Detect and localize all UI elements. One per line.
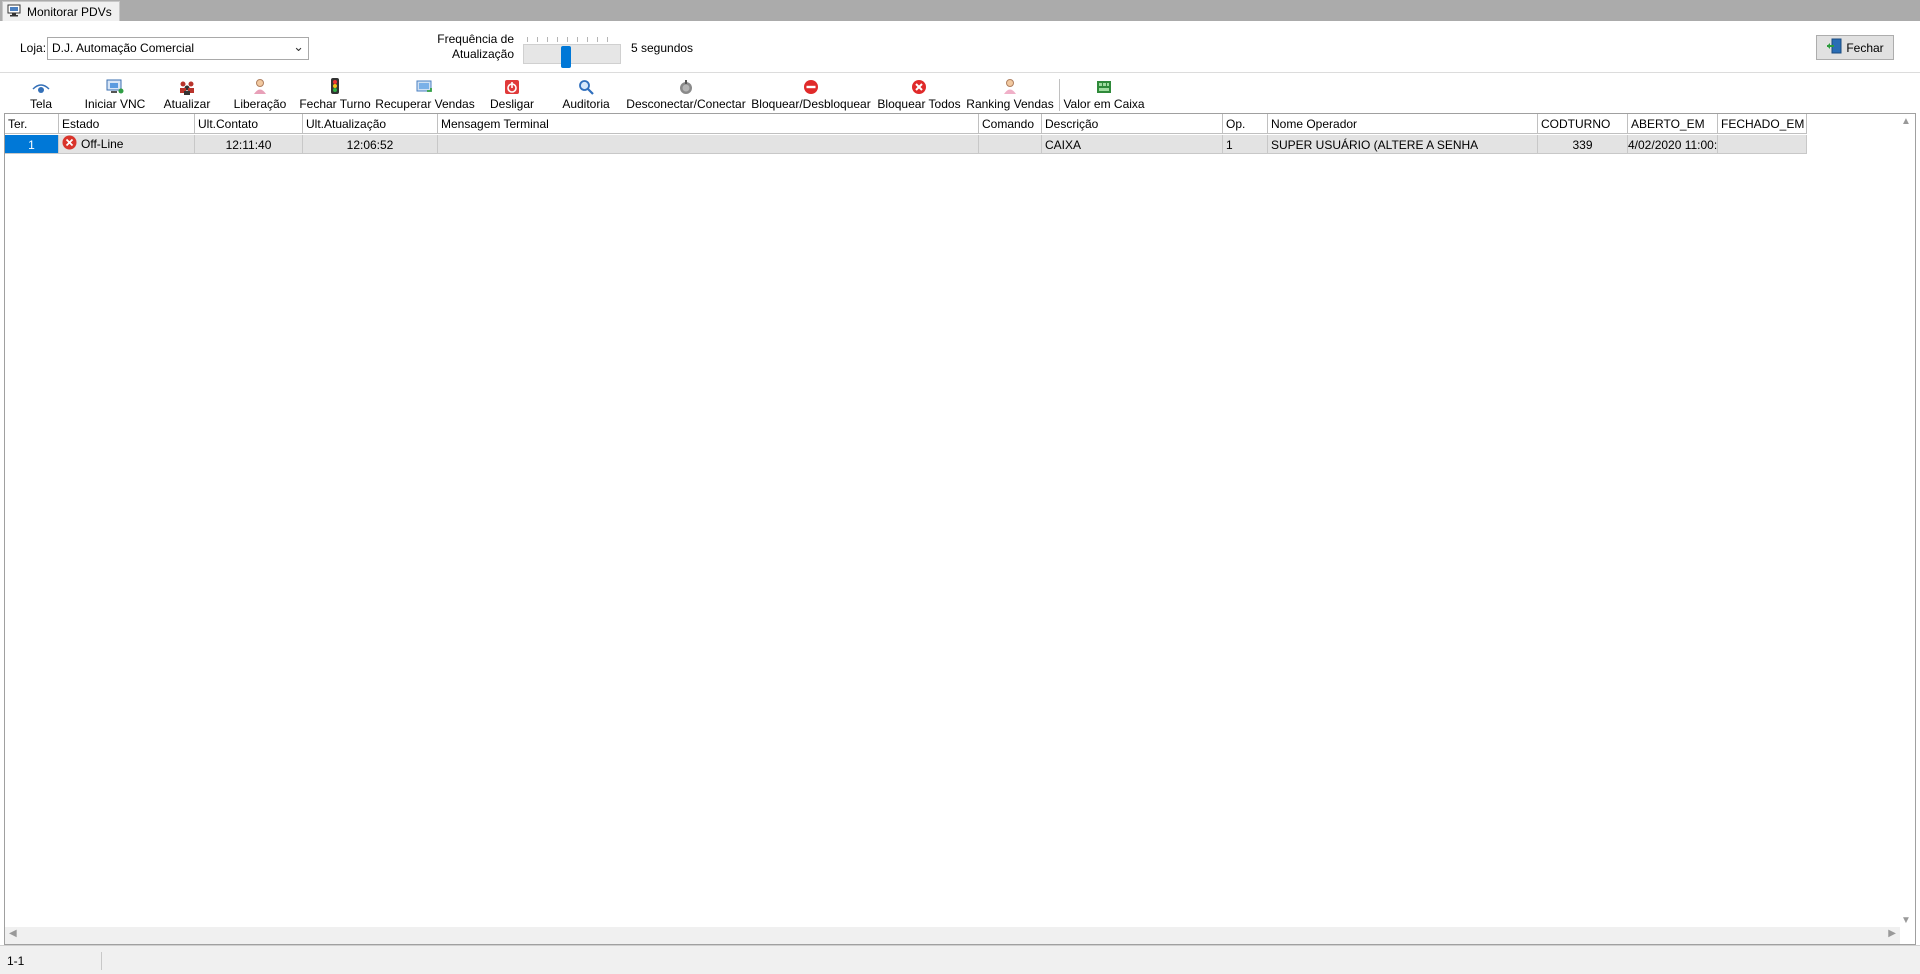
- slider-track[interactable]: [523, 44, 621, 64]
- monitor-icon: [106, 75, 124, 95]
- cash-register-icon: [1095, 75, 1113, 95]
- toolbar-liberacao-button[interactable]: Liberação: [233, 75, 287, 111]
- toolbar: Tela Iniciar VNC Atualizar Liberação Fec…: [0, 73, 1920, 113]
- loja-select-value: D.J. Automação Comercial: [52, 41, 195, 55]
- ranking-person-icon: [1002, 75, 1018, 95]
- scroll-up-icon[interactable]: ▲: [1901, 116, 1911, 127]
- grid-header: Ter. Estado Ult.Contato Ult.Atualização …: [5, 114, 1807, 134]
- cell-fechado-em[interactable]: [1718, 135, 1807, 154]
- traffic-light-icon: [328, 75, 342, 95]
- toolbar-label: Desconectar/Conectar: [626, 97, 746, 111]
- cell-op[interactable]: 1: [1223, 135, 1268, 154]
- block-all-icon: [911, 75, 927, 95]
- cell-aberto-em[interactable]: 4/02/2020 11:00:5: [1628, 135, 1718, 154]
- toolbar-ranking-vendas-button[interactable]: Ranking Vendas: [966, 75, 1054, 111]
- vertical-scrollbar[interactable]: ▲ ▼: [1898, 114, 1915, 928]
- column-header-ult-contato[interactable]: Ult.Contato: [195, 114, 303, 134]
- column-header-codturno[interactable]: CODTURNO: [1538, 114, 1628, 134]
- recover-icon: [416, 75, 434, 95]
- toolbar-atualizar-button[interactable]: Atualizar: [162, 75, 212, 111]
- toolbar-separator: [1059, 79, 1060, 111]
- toolbar-label: Bloquear Todos: [877, 97, 961, 111]
- monitor-icon: [7, 4, 21, 20]
- column-header-aberto-em[interactable]: ABERTO_EM: [1628, 114, 1718, 134]
- column-header-fechado-em[interactable]: FECHADO_EM: [1718, 114, 1807, 134]
- toolbar-desconectar-conectar-button[interactable]: Desconectar/Conectar: [626, 75, 746, 111]
- close-button-label: Fechar: [1846, 40, 1884, 55]
- cell-comando[interactable]: [979, 135, 1042, 154]
- toolbar-label: Atualizar: [163, 97, 211, 111]
- column-header-ult-atualizacao[interactable]: Ult.Atualização: [303, 114, 438, 134]
- toolbar-fechar-turno-button[interactable]: Fechar Turno: [299, 75, 371, 111]
- status-bar: 1-1: [0, 945, 1920, 974]
- column-header-mensagem-terminal[interactable]: Mensagem Terminal: [438, 114, 979, 134]
- users-icon: [178, 75, 196, 95]
- toolbar-label: Valor em Caixa: [1063, 97, 1145, 111]
- magnifier-icon: [578, 75, 594, 95]
- toolbar-bloquear-desbloquear-button[interactable]: Bloquear/Desbloquear: [751, 75, 871, 111]
- exit-icon: [1826, 38, 1842, 57]
- column-header-estado[interactable]: Estado: [59, 114, 195, 134]
- toolbar-recuperar-vendas-button[interactable]: Recuperar Vendas: [375, 75, 475, 111]
- tab-title: Monitorar PDVs: [27, 4, 112, 19]
- column-header-comando[interactable]: Comando: [979, 114, 1042, 134]
- frequency-value: 5 segundos: [631, 41, 694, 55]
- column-header-nome-operador[interactable]: Nome Operador: [1268, 114, 1538, 134]
- loja-select[interactable]: D.J. Automação Comercial ⌄: [47, 37, 309, 60]
- offline-status-icon: [62, 135, 77, 153]
- toolbar-valor-em-caixa-button[interactable]: Valor em Caixa: [1063, 75, 1145, 111]
- scroll-left-icon[interactable]: ◀: [9, 928, 17, 939]
- toolbar-label: Ranking Vendas: [966, 97, 1054, 111]
- chevron-down-icon[interactable]: ⌄: [293, 39, 304, 55]
- toolbar-label: Bloquear/Desbloquear: [751, 97, 871, 111]
- toolbar-desligar-button[interactable]: Desligar: [490, 75, 535, 111]
- record-count: 1-1: [4, 952, 102, 970]
- toolbar-bloquear-todos-button[interactable]: Bloquear Todos: [877, 75, 961, 111]
- toolbar-label: Auditoria: [562, 97, 610, 111]
- loja-label: Loja:: [20, 41, 47, 55]
- table-row[interactable]: 1 Off-Line 12:11:40 12:06:52 CAIXA 1 SUP…: [5, 135, 1807, 154]
- toolbar-auditoria-button[interactable]: Auditoria: [561, 75, 611, 111]
- toolbar-label: Fechar Turno: [299, 97, 371, 111]
- cell-mensagem-terminal[interactable]: [438, 135, 979, 154]
- column-header-op[interactable]: Op.: [1223, 114, 1268, 134]
- column-header-ter[interactable]: Ter.: [5, 114, 59, 134]
- cell-codturno[interactable]: 339: [1538, 135, 1628, 154]
- person-icon: [252, 75, 268, 95]
- slider-thumb[interactable]: [561, 46, 571, 68]
- horizontal-scrollbar[interactable]: ◀ ▶: [5, 927, 1900, 944]
- cell-ult-contato[interactable]: 12:11:40: [195, 135, 303, 154]
- toolbar-label: Desligar: [490, 97, 535, 111]
- scroll-right-icon[interactable]: ▶: [1888, 928, 1896, 939]
- column-header-descricao[interactable]: Descrição: [1042, 114, 1223, 134]
- terminals-grid[interactable]: Ter. Estado Ult.Contato Ult.Atualização …: [4, 113, 1916, 945]
- cell-nome-operador[interactable]: SUPER USUÁRIO (ALTERE A SENHA: [1268, 135, 1538, 154]
- toolbar-label: Tela: [29, 97, 52, 111]
- toolbar-label: Liberação: [233, 97, 287, 111]
- close-button[interactable]: Fechar: [1816, 35, 1894, 60]
- toolbar-iniciar-vnc-button[interactable]: Iniciar VNC: [82, 75, 148, 111]
- cell-estado[interactable]: Off-Line: [59, 135, 195, 154]
- frequency-slider[interactable]: [523, 33, 621, 69]
- cell-ult-atualizacao[interactable]: 12:06:52: [303, 135, 438, 154]
- no-entry-icon: [803, 75, 819, 95]
- tab-strip: Monitorar PDVs: [0, 0, 1920, 21]
- toolbar-label: Recuperar Vendas: [375, 97, 475, 111]
- cell-estado-text: Off-Line: [81, 137, 124, 151]
- scroll-down-icon[interactable]: ▼: [1901, 915, 1911, 926]
- cell-descricao[interactable]: CAIXA: [1042, 135, 1223, 154]
- frequency-label-line2: Atualização: [451, 47, 514, 61]
- toolbar-tela-button[interactable]: Tela: [26, 75, 56, 111]
- cell-ter[interactable]: 1: [5, 135, 59, 154]
- plug-icon: [678, 75, 694, 95]
- tab-monitorar-pdvs[interactable]: Monitorar PDVs: [2, 1, 120, 21]
- toolbar-label: Iniciar VNC: [84, 97, 146, 111]
- eye-icon: [32, 75, 50, 95]
- header-panel: Loja: D.J. Automação Comercial ⌄ Frequên…: [0, 21, 1920, 72]
- slider-ticks: [527, 37, 617, 42]
- frequency-label: Frequência de Atualização: [430, 32, 514, 62]
- power-icon: [504, 75, 520, 95]
- frequency-label-line1: Frequência de: [437, 32, 514, 46]
